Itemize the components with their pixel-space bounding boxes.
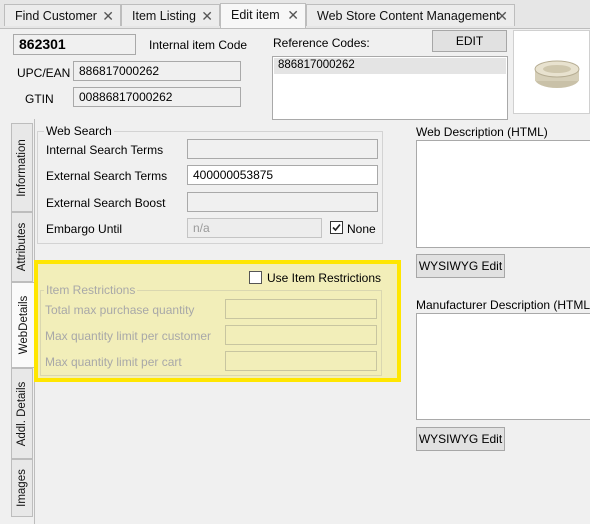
edit-button[interactable]: EDIT [432,30,507,52]
item-number-field: 862301 [13,34,136,55]
internal-search-input[interactable] [187,139,378,159]
upc-field[interactable]: 886817000262 [73,61,241,81]
gtin-label: GTIN [25,92,54,106]
side-tab-images[interactable]: Images [11,459,33,517]
web-description-label: Web Description (HTML) [416,125,548,139]
manufacturer-description-textarea[interactable] [416,313,590,420]
tab-web-store-content-management[interactable]: Web Store Content Management ✕ [306,4,515,26]
reference-codes-label: Reference Codes: [273,36,370,50]
checkmark-icon [332,223,341,232]
side-tab-label: Images [16,469,28,507]
total-max-label: Total max purchase quantity [45,303,195,317]
max-customer-label: Max quantity limit per customer [45,329,212,343]
tab-label: Edit item [231,8,280,22]
internal-code-label: Internal item Code [149,38,248,52]
side-tab-label: WebDetails [17,295,30,355]
restrictions-title: Item Restrictions [44,283,138,297]
none-label: None [347,222,376,236]
max-cart-label: Max quantity limit per cart [45,355,182,369]
close-icon[interactable]: ✕ [287,7,299,24]
internal-search-label: Internal Search Terms [46,143,164,157]
use-restrictions-checkbox[interactable] [249,271,262,284]
external-search-input[interactable]: 400000053875 [187,165,378,185]
tab-item-listing[interactable]: Item Listing ✕ [121,4,220,26]
use-restrictions-label: Use Item Restrictions [267,271,382,285]
external-boost-label: External Search Boost [46,196,166,210]
reference-codes-list[interactable]: 886817000262 [272,56,508,120]
tab-label: Item Listing [132,9,196,23]
embargo-label: Embargo Until [46,222,123,236]
tab-find-customer[interactable]: Find Customer ✕ [4,4,121,26]
web-wysiwyg-button[interactable]: WYSIWYG Edit [416,254,505,278]
side-tab-information[interactable]: Information [11,123,33,212]
side-tab-attributes[interactable]: Attributes [11,212,33,282]
tab-label: Find Customer [15,9,97,23]
side-tab-label: Addl. Details [16,381,28,446]
gtin-field[interactable]: 00886817000262 [73,87,241,107]
max-cart-input[interactable] [225,351,377,371]
close-icon[interactable]: ✕ [496,8,508,25]
cat-food-can-image [534,60,580,88]
close-icon[interactable]: ✕ [102,8,114,25]
side-tab-label: Attributes [16,222,28,272]
web-search-title: Web Search [44,124,114,138]
side-tab-webdetails[interactable]: WebDetails [11,282,35,368]
none-checkbox[interactable] [330,221,343,234]
web-description-textarea[interactable] [416,140,590,248]
max-customer-input[interactable] [225,325,377,345]
side-tab-addl-details[interactable]: Addl. Details [11,368,33,459]
tab-bar: Find Customer ✕ Item Listing ✕ Edit item… [0,0,590,29]
tab-label: Web Store Content Management [317,9,500,23]
list-item[interactable]: 886817000262 [274,58,506,74]
tab-edit-item[interactable]: Edit item ✕ [220,3,306,28]
upc-label: UPC/EAN [17,66,71,80]
close-icon[interactable]: ✕ [201,8,213,25]
external-search-label: External Search Terms [46,169,168,183]
product-image [513,30,590,114]
manufacturer-wysiwyg-button[interactable]: WYSIWYG Edit [416,427,505,451]
embargo-input[interactable]: n/a [187,218,322,238]
side-tab-label: Information [16,138,28,197]
total-max-input[interactable] [225,299,377,319]
external-boost-input[interactable] [187,192,378,212]
manufacturer-description-label: Manufacturer Description (HTML) [416,298,590,312]
